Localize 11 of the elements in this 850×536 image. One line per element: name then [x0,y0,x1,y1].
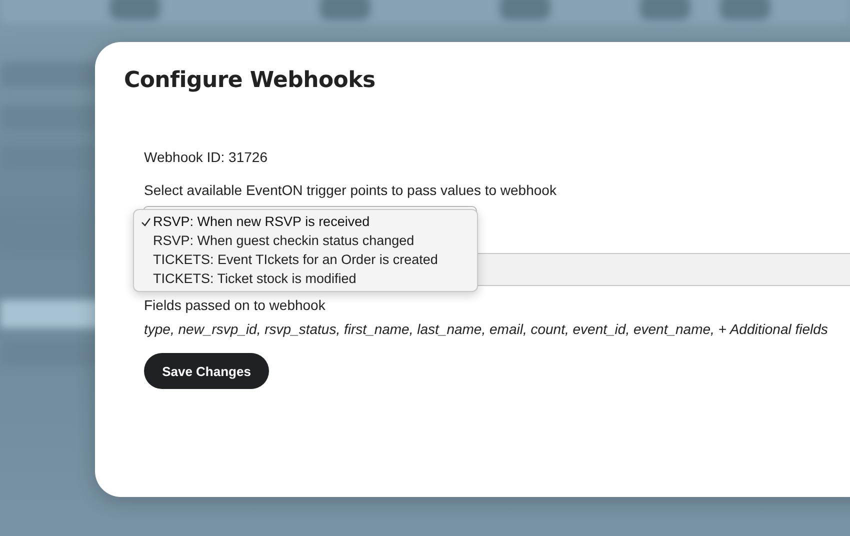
fields-label: Fields passed on to webhook [144,297,326,313]
dropdown-option[interactable]: RSVP: When guest checkin status changed [134,231,477,250]
check-icon [141,216,151,226]
webhook-id: Webhook ID: 31726 [144,149,268,165]
dropdown-option[interactable]: RSVP: When new RSVP is received [134,212,477,231]
dropdown-option[interactable]: TICKETS: Event TIckets for an Order is created [134,250,477,269]
save-button[interactable]: Save Changes [144,353,269,389]
trigger-label: Select available EventON trigger points to pass values to webhook [144,182,556,198]
dropdown-option[interactable]: TICKETS: Ticket stock is modified [134,269,477,288]
fields-list: type, new_rsvp_id, rsvp_status, first_name, last_name, email, count, event_id, event_name, + Additional fields [144,321,828,337]
dialog-title: Configure Webhooks [124,68,376,93]
